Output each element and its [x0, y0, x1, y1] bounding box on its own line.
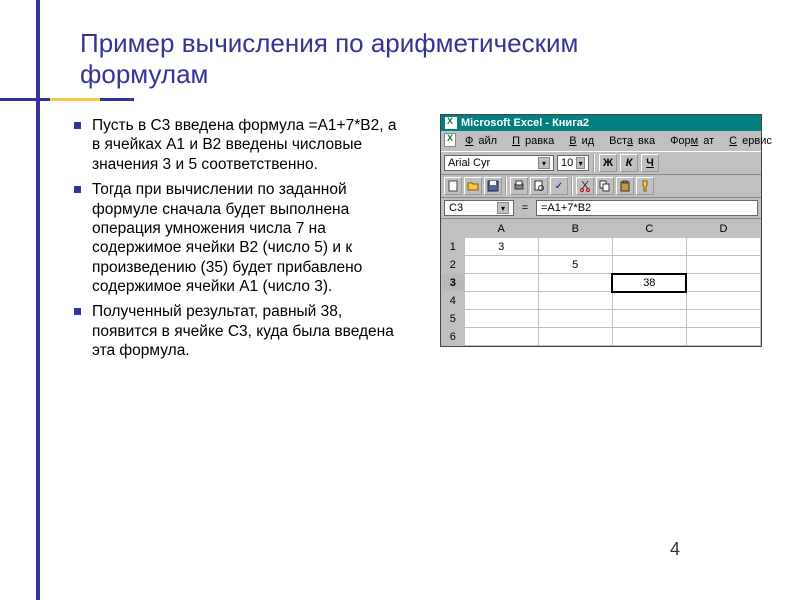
save-icon[interactable]	[484, 177, 502, 195]
accent-blue-2	[100, 98, 134, 101]
font-size: 10	[561, 157, 573, 169]
cell-B5[interactable]	[538, 310, 612, 328]
format-painter-icon[interactable]	[636, 177, 654, 195]
side-accent-line	[36, 0, 40, 600]
chevron-down-icon[interactable]	[538, 157, 550, 169]
cell-C4[interactable]	[612, 292, 686, 310]
cell-B1[interactable]	[538, 238, 612, 256]
bold-button[interactable]: Ж	[599, 154, 617, 172]
cell-B3[interactable]	[538, 274, 612, 292]
cell-D5[interactable]	[686, 310, 760, 328]
bullet-list: Пусть в C3 введена формула =A1+7*B2, а в…	[74, 116, 404, 361]
menu-format[interactable]: Формат	[665, 133, 724, 149]
cell-C3[interactable]: 38	[612, 274, 686, 292]
toolbar-divider	[505, 177, 507, 195]
cell-A1[interactable]: 3	[464, 238, 538, 256]
row-2: 2 5	[442, 256, 761, 274]
cell-D6[interactable]	[686, 328, 760, 346]
formula-bar: C3 = =A1+7*B2	[441, 198, 761, 219]
slide-title: Пример вычисления по арифметическим форм…	[80, 28, 680, 90]
row-4: 4	[442, 292, 761, 310]
cell-B4[interactable]	[538, 292, 612, 310]
row-header-2[interactable]: 2	[442, 256, 465, 274]
copy-icon[interactable]	[596, 177, 614, 195]
menu-file[interactable]: Файл	[460, 133, 507, 149]
paste-icon[interactable]	[616, 177, 634, 195]
col-header-A[interactable]: A	[464, 220, 538, 238]
cell-C2[interactable]	[612, 256, 686, 274]
formula-input[interactable]: =A1+7*B2	[536, 200, 758, 216]
cell-A3[interactable]	[464, 274, 538, 292]
cell-C6[interactable]	[612, 328, 686, 346]
col-header-C[interactable]: C	[612, 220, 686, 238]
row-1: 1 3	[442, 238, 761, 256]
slide: Пример вычисления по арифметическим форм…	[0, 0, 800, 600]
row-3: 3 38	[442, 274, 761, 292]
col-header-B[interactable]: B	[538, 220, 612, 238]
open-icon[interactable]	[464, 177, 482, 195]
accent-yellow	[50, 98, 100, 101]
toolbar-divider	[571, 177, 573, 195]
row-header-6[interactable]: 6	[442, 328, 465, 346]
chevron-down-icon[interactable]	[497, 202, 509, 214]
accent-blue	[0, 98, 50, 101]
row-5: 5	[442, 310, 761, 328]
cell-A5[interactable]	[464, 310, 538, 328]
preview-icon[interactable]	[530, 177, 548, 195]
menu-edit[interactable]: Правка	[507, 133, 564, 149]
excel-title: Microsoft Excel - Книга2	[461, 117, 589, 129]
cell-C1[interactable]	[612, 238, 686, 256]
cell-A2[interactable]	[464, 256, 538, 274]
menu-bar: Файл Правка Вид Вставка Формат Сервис	[441, 131, 761, 151]
cell-D4[interactable]	[686, 292, 760, 310]
cell-D3[interactable]	[686, 274, 760, 292]
row-header-5[interactable]: 5	[442, 310, 465, 328]
active-cell-ref: C3	[449, 202, 463, 214]
cell-C5[interactable]	[612, 310, 686, 328]
menu-insert[interactable]: Вставка	[604, 133, 665, 149]
cut-icon[interactable]	[576, 177, 594, 195]
spreadsheet-grid: A B C D 1 3 2 5 3	[441, 219, 761, 346]
font-size-combo[interactable]: 10	[557, 155, 589, 171]
bullet-2: Тогда при вычислении по заданной формуле…	[74, 180, 404, 296]
excel-titlebar[interactable]: Microsoft Excel - Книга2	[441, 115, 761, 131]
cell-A4[interactable]	[464, 292, 538, 310]
italic-button[interactable]: К	[620, 154, 638, 172]
format-toolbar: Arial Cyr 10 Ж К Ч	[441, 151, 761, 175]
title-decoration	[0, 98, 134, 101]
row-header-3[interactable]: 3	[442, 274, 465, 292]
menu-view[interactable]: Вид	[564, 133, 604, 149]
body-text: Пусть в C3 введена формула =A1+7*B2, а в…	[74, 116, 404, 367]
row-header-1[interactable]: 1	[442, 238, 465, 256]
title-block: Пример вычисления по арифметическим форм…	[80, 28, 680, 90]
menu-service[interactable]: Сервис	[724, 133, 782, 149]
name-box[interactable]: C3	[444, 200, 514, 216]
spellcheck-icon[interactable]: ✓	[550, 177, 568, 195]
cell-A6[interactable]	[464, 328, 538, 346]
standard-toolbar: ✓	[441, 175, 761, 198]
row-6: 6	[442, 328, 761, 346]
excel-window: Microsoft Excel - Книга2 Файл Правка Вид…	[440, 114, 762, 347]
bullet-3: Полученный результат, равный 38, появитс…	[74, 302, 404, 360]
bullet-1: Пусть в C3 введена формула =A1+7*B2, а в…	[74, 116, 404, 174]
excel-logo-icon	[445, 117, 457, 129]
cell-B6[interactable]	[538, 328, 612, 346]
cell-B2[interactable]: 5	[538, 256, 612, 274]
cell-D2[interactable]	[686, 256, 760, 274]
page-number: 4	[670, 539, 680, 560]
underline-button[interactable]: Ч	[641, 154, 659, 172]
chevron-down-icon[interactable]	[576, 157, 585, 169]
new-icon[interactable]	[444, 177, 462, 195]
select-all-corner[interactable]	[442, 220, 465, 238]
col-header-D[interactable]: D	[686, 220, 760, 238]
print-icon[interactable]	[510, 177, 528, 195]
column-header-row: A B C D	[442, 220, 761, 238]
font-name: Arial Cyr	[448, 157, 490, 169]
row-header-4[interactable]: 4	[442, 292, 465, 310]
font-combo[interactable]: Arial Cyr	[444, 155, 554, 171]
toolbar-divider	[593, 154, 595, 172]
cell-D1[interactable]	[686, 238, 760, 256]
workbook-icon[interactable]	[444, 133, 456, 147]
equals-icon[interactable]: =	[517, 200, 533, 216]
